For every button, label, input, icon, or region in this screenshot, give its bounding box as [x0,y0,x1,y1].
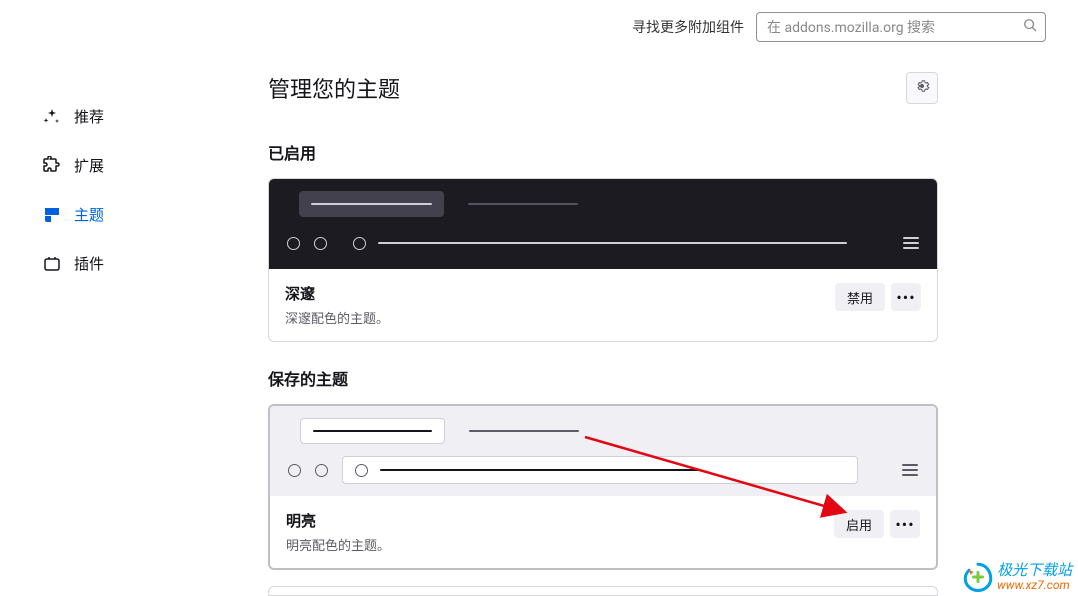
search-input[interactable]: 在 addons.mozilla.org 搜索 [756,12,1046,42]
sidebar-item-label: 插件 [74,253,104,274]
sidebar-item-themes[interactable]: 主题 [42,194,200,235]
sidebar-item-label: 推荐 [74,106,104,127]
settings-button[interactable] [906,72,938,104]
theme-card-enabled: 深邃 深邃配色的主题。 禁用 ••• [268,178,938,342]
more-options-button[interactable]: ••• [890,510,920,538]
theme-preview-dark[interactable] [269,179,937,269]
sidebar-item-plugins[interactable]: 插件 [42,243,200,284]
search-placeholder: 在 addons.mozilla.org 搜索 [767,17,935,37]
sidebar-item-recommended[interactable]: 推荐 [42,96,200,137]
search-icon [1023,18,1037,36]
sidebar-item-extensions[interactable]: 扩展 [42,145,200,186]
main-content: 管理您的主题 已启用 [200,72,1078,596]
theme-card-partial [268,586,938,596]
puzzle-icon [42,156,62,176]
more-options-button[interactable]: ••• [891,283,921,311]
sparkle-icon [42,107,62,127]
enabled-section-heading: 已启用 [268,140,938,164]
saved-section-heading: 保存的主题 [268,366,938,390]
theme-preview-light[interactable] [270,406,936,496]
watermark-title: 极光下载站 [997,563,1072,579]
plugin-icon [42,254,62,274]
theme-description: 明亮配色的主题。 [286,535,390,554]
sidebar-item-label: 扩展 [74,155,104,176]
find-more-addons-label: 寻找更多附加组件 [632,17,744,37]
watermark-url: www.xz7.com [997,579,1070,592]
gear-icon [914,78,930,98]
brush-icon [42,205,62,225]
watermark: 极光下载站 www.xz7.com [963,562,1072,592]
page-title: 管理您的主题 [268,72,400,104]
sidebar-item-label: 主题 [74,204,104,225]
theme-name: 明亮 [286,510,390,531]
sidebar: 推荐 扩展 主题 插件 [0,72,200,596]
theme-description: 深邃配色的主题。 [285,308,389,327]
theme-card-saved: 明亮 明亮配色的主题。 启用 ••• [268,404,938,570]
enable-button[interactable]: 启用 [834,510,884,538]
watermark-logo-icon [963,562,993,592]
theme-name: 深邃 [285,283,389,304]
disable-button[interactable]: 禁用 [835,283,885,311]
